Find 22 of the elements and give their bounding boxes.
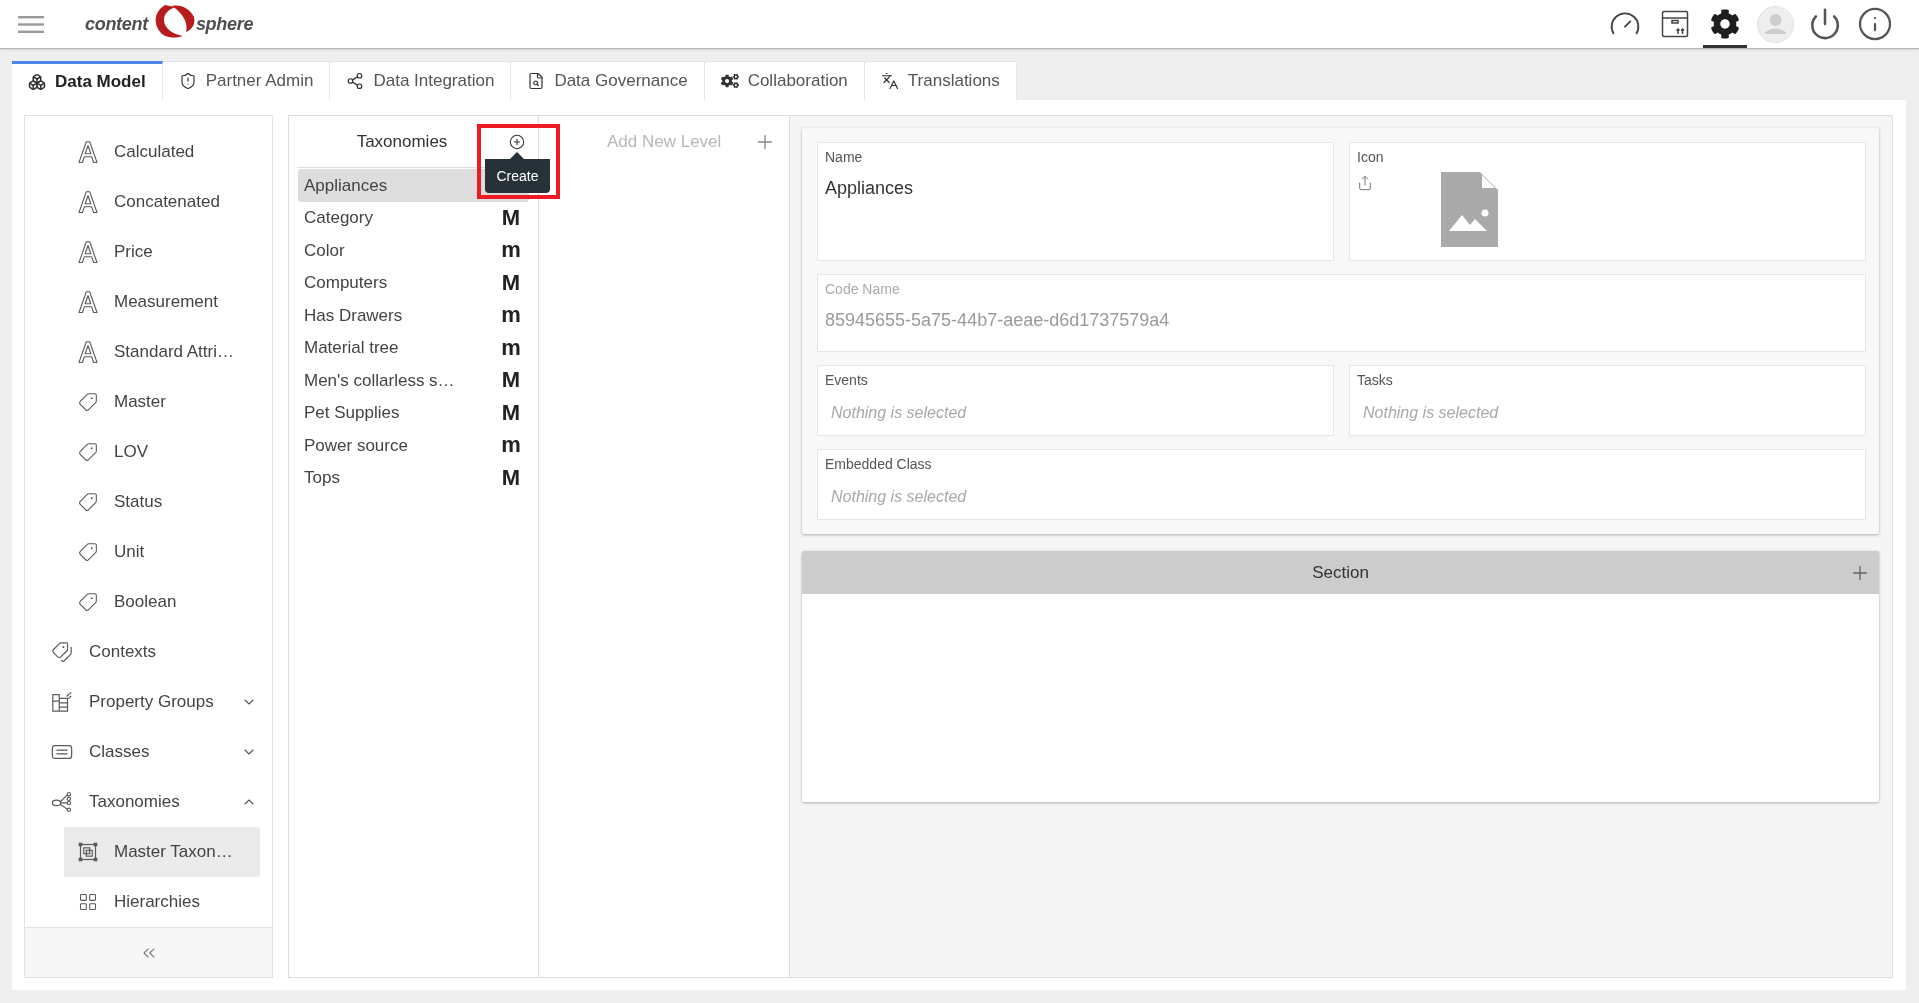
- field-label: Events: [825, 371, 869, 390]
- field-label: Name: [825, 148, 864, 167]
- type-letter: M: [500, 271, 522, 294]
- type-letter: m: [500, 336, 522, 359]
- add-level-label: Add New Level: [607, 131, 722, 154]
- field-label: Code Name: [825, 280, 901, 299]
- type-letter: M: [500, 206, 522, 229]
- type-letter: M: [500, 466, 522, 489]
- type-letter: m: [500, 304, 522, 327]
- type-letter: M: [500, 401, 522, 424]
- type-letter: M: [500, 369, 522, 392]
- tooltip: Create: [485, 152, 550, 193]
- text-field: Code Name 85945655-5a75-44b7-aeae-d6d1737579a4: [817, 274, 1866, 352]
- logo-text: content: [85, 12, 148, 36]
- panel-title: Taxonomies: [355, 130, 449, 153]
- field-label: Embedded Class: [825, 455, 933, 474]
- field-label: Icon: [1357, 148, 1385, 167]
- field-label: Tasks: [1357, 371, 1394, 390]
- logo-text: sphere: [195, 12, 254, 36]
- type-letter: m: [500, 239, 522, 262]
- type-letter: m: [500, 434, 522, 457]
- section-title: Section: [1312, 561, 1369, 584]
